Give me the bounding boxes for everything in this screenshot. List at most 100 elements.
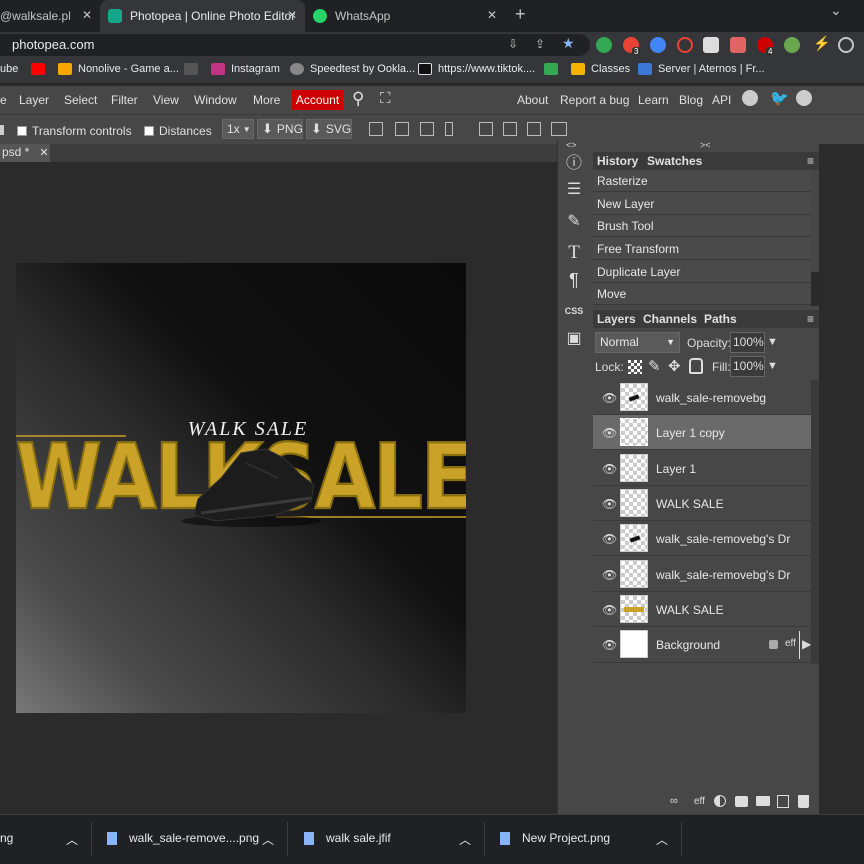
bookmark-item[interactable]: Speedtest by Ookla... (290, 63, 415, 75)
visibility-eye-icon[interactable]: 👁 (602, 497, 617, 511)
chevron-up-icon[interactable]: ︿ (66, 831, 78, 848)
menu-filter[interactable]: Filter (111, 93, 138, 107)
menu-select[interactable]: Select (64, 93, 97, 107)
tab-paths[interactable]: Paths (704, 312, 737, 326)
lock-move-icon[interactable]: ✥ (668, 357, 681, 375)
lock-paint-icon[interactable]: ✎ (648, 357, 661, 375)
transform-controls-option[interactable]: Transform controls (17, 124, 132, 138)
layer-row[interactable]: 👁 WALK SALE (593, 486, 811, 521)
character-icon[interactable]: T (564, 243, 584, 263)
history-item[interactable]: Brush Tool (593, 215, 811, 237)
bookmark-item[interactable]: Instagram (211, 63, 280, 75)
bookmark-item[interactable]: ube (0, 63, 18, 75)
link-learn[interactable]: Learn (638, 93, 669, 107)
profile-avatar[interactable] (838, 37, 854, 53)
account-button[interactable]: Account (292, 90, 343, 110)
browser-tab-photopea[interactable]: Photopea | Online Photo Editor ✕ (100, 0, 305, 32)
chevron-up-icon[interactable]: ︿ (262, 831, 274, 848)
layer-row[interactable]: 👁 WALK SALE (593, 592, 811, 627)
tab-swatches[interactable]: Swatches (647, 154, 702, 168)
history-item[interactable]: Duplicate Layer (593, 261, 811, 283)
css-icon[interactable]: CSS (564, 301, 584, 321)
expand-arrow-icon[interactable]: ▶ (802, 637, 811, 651)
adjustment-layer-icon[interactable] (714, 795, 726, 807)
tab-list-icon[interactable]: ⌄ (830, 2, 842, 19)
chevron-up-icon[interactable]: ︿ (656, 831, 668, 848)
visibility-eye-icon[interactable]: 👁 (602, 638, 617, 652)
share-icon[interactable]: ⇪ (535, 37, 545, 51)
brush-icon[interactable]: ✎ (564, 212, 584, 232)
zoom-select[interactable]: 1x ▼ (222, 119, 254, 139)
distribute-horizontal-icon[interactable] (551, 122, 567, 136)
bookmark-item[interactable] (544, 63, 564, 75)
new-tab-button[interactable]: + (515, 4, 526, 25)
panel-menu-icon[interactable]: ≡ (807, 312, 814, 326)
tab-layers[interactable]: Layers (597, 312, 636, 326)
menu-more[interactable]: More (253, 93, 280, 107)
history-scrollbar[interactable] (811, 272, 819, 306)
new-folder-icon[interactable] (756, 796, 770, 806)
align-middle-icon[interactable] (503, 122, 517, 136)
link-api[interactable]: API (712, 93, 731, 107)
menu-item[interactable]: e (0, 93, 7, 107)
reddit-icon[interactable] (742, 90, 758, 106)
distribute-icon[interactable] (445, 122, 453, 136)
link-layers-icon[interactable]: ∞ (670, 795, 678, 807)
chevron-up-icon[interactable]: ︿ (459, 831, 471, 848)
distances-option[interactable]: Distances (144, 124, 212, 138)
layer-row[interactable]: 👁 walk_sale-removebg (593, 380, 811, 415)
install-icon[interactable]: ⇩ (508, 37, 518, 51)
extension-icon[interactable] (596, 37, 612, 53)
extensions-puzzle-icon[interactable]: ⚡ (813, 35, 830, 52)
opacity-dropdown-icon[interactable]: ▼ (767, 336, 778, 348)
extension-icon[interactable] (784, 37, 800, 53)
bookmark-item[interactable]: Server | Aternos | Fr... (638, 63, 765, 75)
menu-view[interactable]: View (153, 93, 179, 107)
export-png-button[interactable]: ⬇ PNG (257, 119, 303, 139)
add-mask-icon[interactable] (735, 796, 748, 807)
layer-row[interactable]: 👁 Background eff ▶ (593, 627, 811, 663)
add-effect-button[interactable]: eff (694, 796, 705, 807)
twitter-icon[interactable]: 🐦 (770, 89, 789, 107)
paragraph-icon[interactable]: ¶ (564, 270, 584, 290)
close-icon[interactable]: ✕ (82, 8, 92, 22)
visibility-eye-icon[interactable]: 👁 (602, 532, 617, 546)
fullscreen-icon[interactable]: ⛶ (380, 90, 391, 107)
history-item[interactable]: Free Transform (593, 238, 811, 260)
align-top-icon[interactable] (479, 122, 493, 136)
tab-channels[interactable]: Channels (643, 312, 697, 326)
lock-transparency-icon[interactable] (628, 360, 642, 374)
history-item[interactable]: Move (593, 283, 811, 305)
history-item[interactable]: Rasterize (593, 170, 811, 192)
blend-mode-select[interactable]: Normal ▼ (595, 332, 680, 353)
export-svg-button[interactable]: ⬇ SVG (306, 119, 352, 139)
download-item[interactable]: walk_sale-remove....png (107, 831, 259, 845)
collapse-panel-toggle[interactable]: >< (700, 140, 711, 150)
history-item[interactable]: New Layer (593, 193, 811, 215)
visibility-eye-icon[interactable]: 👁 (602, 391, 617, 405)
visibility-eye-icon[interactable]: 👁 (602, 603, 617, 617)
menu-window[interactable]: Window (194, 93, 237, 107)
link-about[interactable]: About (517, 93, 548, 107)
collapse-panel-toggle[interactable]: <> (566, 140, 577, 150)
download-item[interactable]: walk sale.jfif (304, 831, 391, 845)
align-bottom-icon[interactable] (527, 122, 541, 136)
bookmark-item[interactable]: https://www.tiktok.... (418, 63, 535, 75)
layer-row[interactable]: 👁 walk_sale-removebg's Dr (593, 521, 811, 556)
align-left-icon[interactable] (369, 122, 383, 136)
panel-menu-icon[interactable]: ≡ (807, 154, 814, 168)
extension-icon[interactable] (677, 37, 693, 53)
image-icon[interactable]: ▣ (564, 329, 584, 349)
bookmark-item[interactable] (184, 63, 204, 75)
bookmark-item[interactable] (31, 63, 51, 75)
extension-icon[interactable] (650, 37, 666, 53)
document-tab[interactable]: psd * ✕ (0, 144, 50, 162)
browser-tab-instagram[interactable]: @walksale.pk) • In ✕ (0, 0, 100, 32)
checkbox[interactable] (144, 126, 154, 136)
new-layer-icon[interactable] (777, 795, 789, 808)
menu-layer[interactable]: Layer (19, 93, 49, 107)
tab-history[interactable]: History (597, 154, 638, 168)
document-canvas[interactable]: WALK SALE WALKSALE (16, 263, 466, 713)
layer-row[interactable]: 👁 Layer 1 (593, 451, 811, 486)
layer-row[interactable]: 👁 Layer 1 copy (593, 415, 811, 450)
